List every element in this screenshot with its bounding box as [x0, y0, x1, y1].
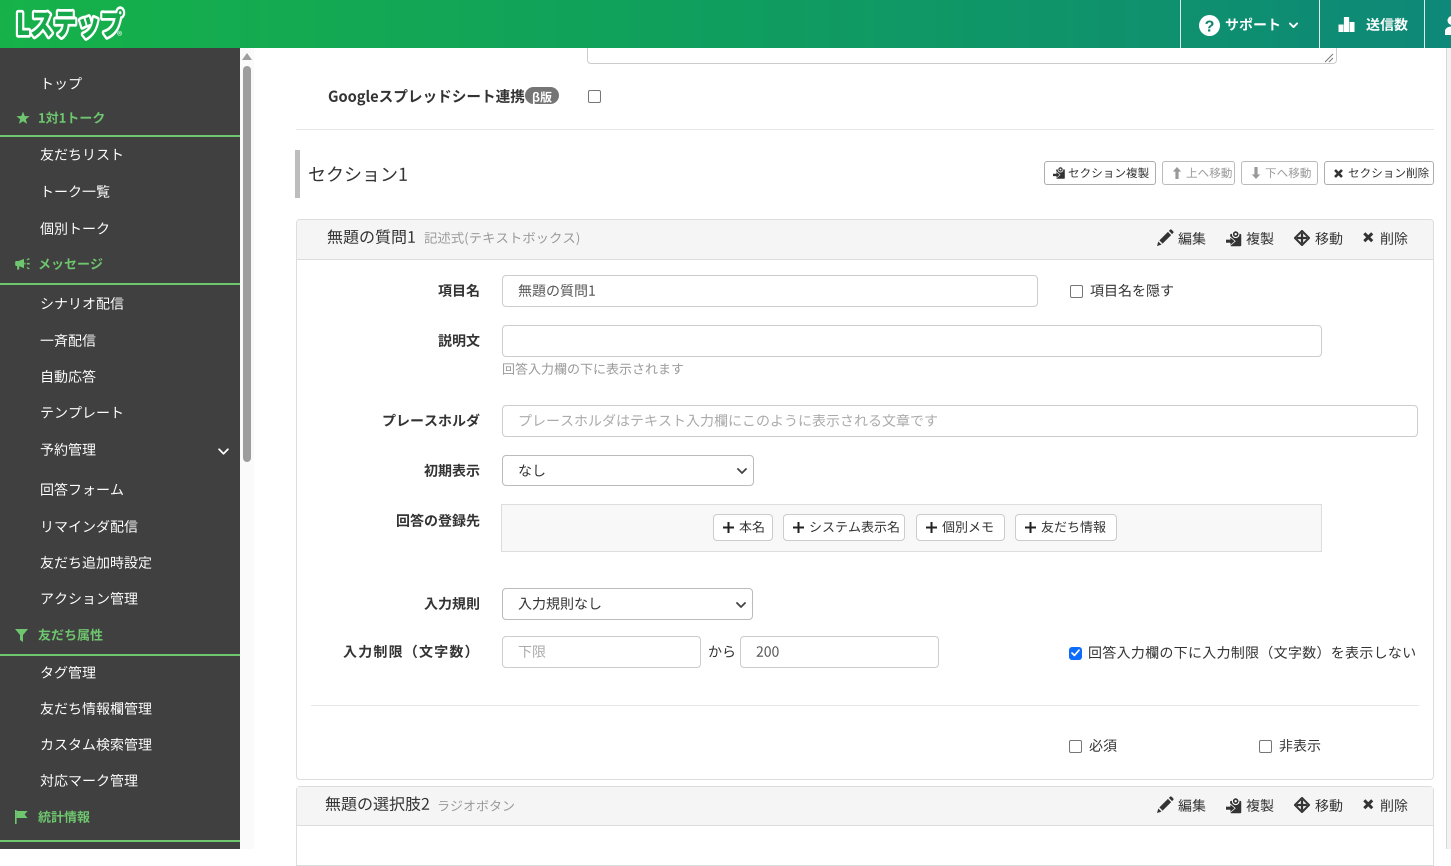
svg-text:?: ? [1205, 18, 1215, 35]
